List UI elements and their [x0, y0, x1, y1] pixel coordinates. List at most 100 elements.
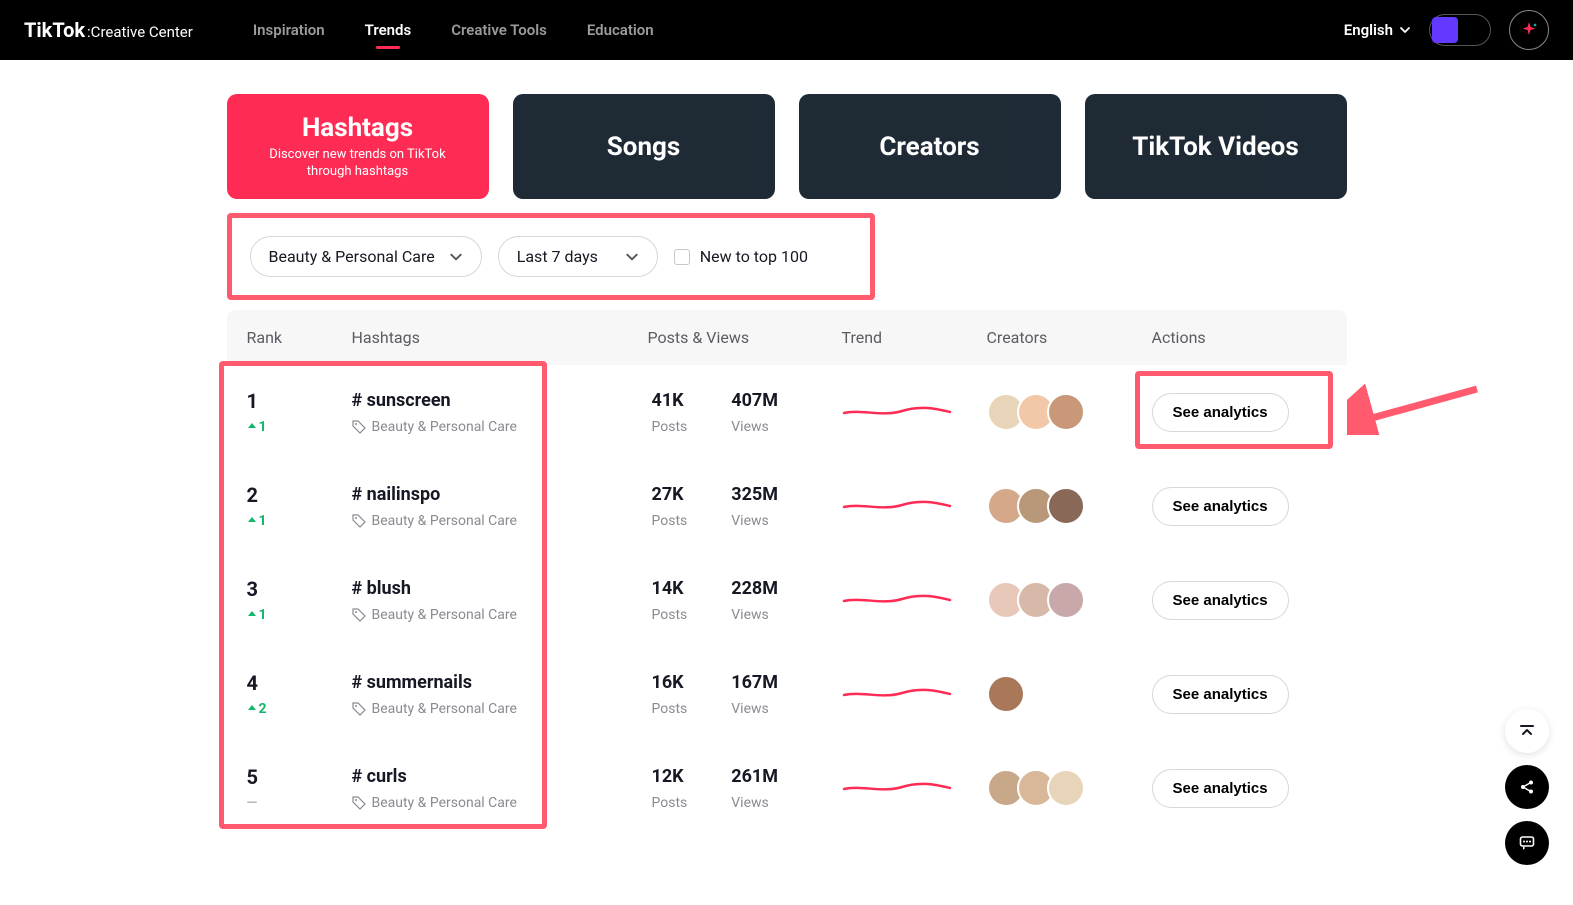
action-cell: See analytics	[1152, 487, 1322, 526]
col-rank: Rank	[247, 328, 352, 347]
nav-item-inspiration[interactable]: Inspiration	[253, 21, 325, 39]
tab-title: TikTok Videos	[1132, 132, 1298, 162]
hashtag-name: # sunscreen	[352, 390, 652, 411]
arrow-annotation	[1347, 379, 1487, 435]
see-analytics-button[interactable]: See analytics	[1152, 393, 1289, 432]
table-row: 4 2# summernails Beauty & Personal Care …	[227, 647, 1347, 741]
rank-delta: —	[247, 795, 352, 811]
arrow-up-icon	[247, 516, 257, 526]
new-to-top-checkbox[interactable]: New to top 100	[674, 247, 808, 266]
logo[interactable]: TikTok :Creative Center	[24, 18, 193, 42]
scroll-top-button[interactable]	[1505, 709, 1549, 753]
chevron-down-icon	[449, 250, 463, 264]
views-label: Views	[731, 513, 778, 529]
views-stat: 325M Views	[731, 484, 778, 529]
posts-value: 14K	[652, 578, 688, 599]
posts-label: Posts	[652, 419, 688, 435]
views-stat: 167M Views	[731, 672, 778, 717]
table-row: 2 1# nailinspo Beauty & Personal Care 27…	[227, 459, 1347, 553]
period-value: Last 7 days	[517, 247, 598, 266]
rank-number: 5	[247, 765, 352, 789]
views-label: Views	[731, 607, 778, 623]
hashtag-cell[interactable]: # summernails Beauty & Personal Care	[352, 672, 652, 717]
creator-avatar[interactable]	[1047, 487, 1085, 525]
col-trend: Trend	[842, 328, 987, 347]
nav-item-education[interactable]: Education	[587, 21, 654, 39]
see-analytics-button[interactable]: See analytics	[1152, 769, 1289, 808]
nav-item-creative-tools[interactable]: Creative Tools	[451, 21, 547, 39]
logo-main: TikTok	[24, 18, 85, 42]
posts-stat: 41K Posts	[652, 390, 688, 435]
hashtag-cell[interactable]: # sunscreen Beauty & Personal Care	[352, 390, 652, 435]
trend-sparkline	[842, 399, 952, 421]
tab-title: Creators	[879, 132, 979, 162]
nav-item-trends[interactable]: Trends	[365, 21, 412, 39]
creators-cell	[987, 769, 1152, 807]
posts-views-cell: 12K Posts 261M Views	[652, 766, 842, 811]
creator-avatar[interactable]	[1047, 581, 1085, 619]
views-label: Views	[731, 701, 778, 717]
posts-views-cell: 27K Posts 325M Views	[652, 484, 842, 529]
posts-value: 27K	[652, 484, 688, 505]
message-icon	[1518, 834, 1536, 852]
table-header: Rank Hashtags Posts & Views Trend Creato…	[227, 310, 1347, 365]
action-cell: See analytics	[1152, 769, 1322, 808]
hashtag-category: Beauty & Personal Care	[352, 607, 652, 623]
category-value: Beauty & Personal Care	[269, 247, 435, 266]
share-button[interactable]	[1505, 765, 1549, 809]
see-analytics-button[interactable]: See analytics	[1152, 581, 1289, 620]
theme-toggle[interactable]	[1429, 14, 1491, 46]
posts-label: Posts	[652, 795, 688, 811]
arrow-up-icon	[247, 704, 257, 714]
language-selector[interactable]: English	[1344, 21, 1411, 39]
posts-views-cell: 14K Posts 228M Views	[652, 578, 842, 623]
arrow-up-icon	[247, 610, 257, 620]
hashtag-name: # curls	[352, 766, 652, 787]
trend-cell	[842, 493, 987, 519]
creators-cell	[987, 393, 1152, 431]
col-posts-views: Posts & Views	[648, 328, 842, 347]
tag-icon	[352, 702, 366, 716]
hashtag-cell[interactable]: # blush Beauty & Personal Care	[352, 578, 652, 623]
see-analytics-button[interactable]: See analytics	[1152, 675, 1289, 714]
trend-sparkline	[842, 587, 952, 609]
hashtag-cell[interactable]: # curls Beauty & Personal Care	[352, 766, 652, 811]
checkbox-box	[674, 249, 690, 265]
sparkle-button[interactable]	[1509, 10, 1549, 50]
feedback-button[interactable]	[1505, 821, 1549, 865]
top-header: TikTok :Creative Center Inspiration Trend…	[0, 0, 1573, 60]
toggle-knob	[1432, 17, 1458, 43]
posts-stat: 16K Posts	[652, 672, 688, 717]
creator-avatar[interactable]	[1047, 393, 1085, 431]
tab-hashtags[interactable]: HashtagsDiscover new trends on TikTok th…	[227, 94, 489, 199]
views-value: 407M	[731, 390, 778, 411]
creator-avatar[interactable]	[1047, 769, 1085, 807]
scroll-top-icon	[1518, 722, 1536, 740]
sparkle-icon	[1519, 20, 1539, 40]
rank-delta: 1	[247, 419, 352, 435]
hashtag-category: Beauty & Personal Care	[352, 701, 652, 717]
views-stat: 261M Views	[731, 766, 778, 811]
views-value: 228M	[731, 578, 778, 599]
creator-avatar[interactable]	[987, 675, 1025, 713]
filters-panel: Beauty & Personal Care Last 7 days New t…	[227, 213, 875, 300]
category-filter[interactable]: Beauty & Personal Care	[250, 236, 482, 277]
posts-stat: 27K Posts	[652, 484, 688, 529]
see-analytics-button[interactable]: See analytics	[1152, 487, 1289, 526]
col-actions: Actions	[1152, 328, 1322, 347]
tab-tiktok-videos[interactable]: TikTok Videos	[1085, 94, 1347, 199]
trend-cell	[842, 587, 987, 613]
tab-songs[interactable]: Songs	[513, 94, 775, 199]
main-nav: Inspiration Trends Creative Tools Education	[253, 21, 654, 39]
tag-icon	[352, 420, 366, 434]
tab-creators[interactable]: Creators	[799, 94, 1061, 199]
period-filter[interactable]: Last 7 days	[498, 236, 658, 277]
posts-value: 16K	[652, 672, 688, 693]
hashtag-category: Beauty & Personal Care	[352, 795, 652, 811]
tag-icon	[352, 796, 366, 810]
hashtag-cell[interactable]: # nailinspo Beauty & Personal Care	[352, 484, 652, 529]
floating-buttons	[1505, 709, 1549, 865]
posts-value: 41K	[652, 390, 688, 411]
posts-label: Posts	[652, 701, 688, 717]
main-content: HashtagsDiscover new trends on TikTok th…	[227, 60, 1347, 875]
